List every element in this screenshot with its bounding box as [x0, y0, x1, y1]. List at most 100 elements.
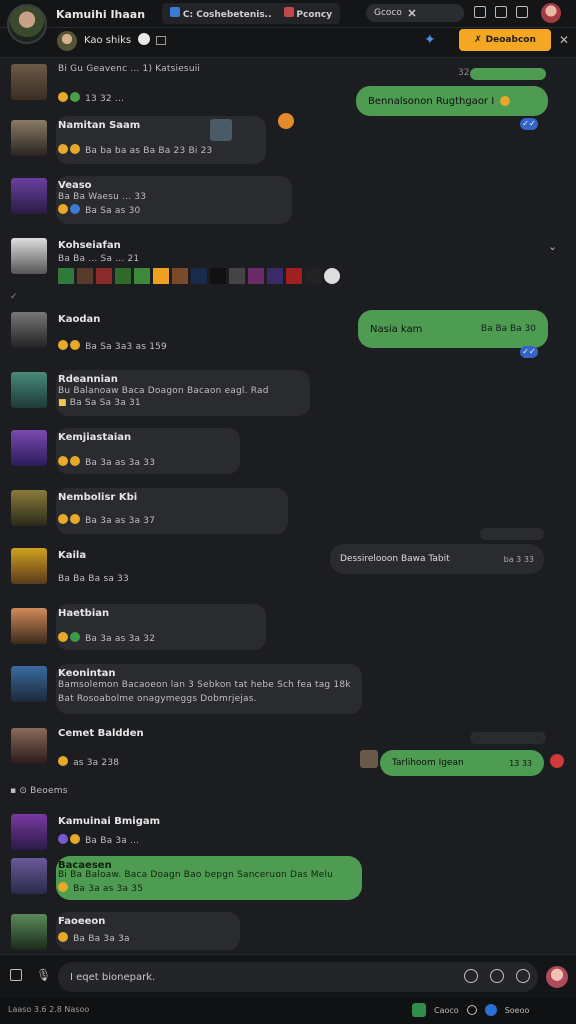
sender-name: Faoeeon	[58, 916, 106, 927]
emoji-icon	[278, 113, 294, 129]
sticker-icon[interactable]	[229, 268, 245, 284]
message-subtitle: Bu Balanoaw Baca Doagon Bacaon eagl. Rad	[58, 386, 269, 396]
sender-name: Veaso	[58, 180, 92, 191]
sticker-icon[interactable]	[153, 268, 169, 284]
close-icon[interactable]	[408, 9, 416, 17]
message-bubble-outgoing[interactable]: Dessirelooon Bawa Tabit ba 3 33	[330, 544, 544, 574]
chat-avatar[interactable]	[57, 31, 77, 51]
message-subtitle: Ba Ba Ba sa 33	[58, 574, 129, 584]
avatar[interactable]	[11, 666, 47, 702]
reaction-icon[interactable]	[550, 754, 564, 768]
message-bubble-outgoing[interactable]: Bennalsonon Rugthgaor I	[356, 86, 548, 116]
avatar[interactable]	[11, 238, 47, 274]
avatar[interactable]	[11, 548, 47, 584]
sticker-icon[interactable]	[58, 268, 74, 284]
message-meta: ■ Ba Sa Sa 3a 31	[58, 398, 141, 408]
status-right: Caoco Soeoo	[412, 1003, 529, 1017]
avatar[interactable]	[11, 814, 47, 850]
time-label: Ba Ba Ba 30	[480, 324, 536, 334]
message-meta: Ba Sa 3a3 as 159	[58, 340, 167, 352]
avatar[interactable]	[11, 914, 47, 950]
maximize-icon[interactable]	[516, 6, 528, 18]
avatar[interactable]	[11, 858, 47, 894]
separator-icon: ✓	[10, 292, 18, 302]
sticker-row	[58, 268, 340, 284]
sticker-icon[interactable]	[96, 268, 112, 284]
avatar[interactable]	[11, 312, 47, 348]
composer-tools: 🎙	[10, 968, 51, 982]
message-text: Bennalsonon Rugthgaor I	[368, 95, 495, 107]
primary-action-label: Deoabcon	[485, 35, 536, 45]
sticker-icon[interactable]	[248, 268, 264, 284]
emoji-icon[interactable]	[464, 969, 478, 983]
thumbnail[interactable]	[210, 119, 232, 141]
window-icon	[283, 7, 294, 17]
sender-name: Haetbian	[58, 608, 110, 619]
avatar[interactable]	[11, 430, 47, 466]
avatar[interactable]	[11, 64, 47, 100]
puzzle-icon[interactable]: ✦	[424, 32, 436, 48]
sticker-icon[interactable]	[286, 268, 302, 284]
grid-icon[interactable]	[156, 36, 166, 45]
message-meta: as 3a 238	[58, 756, 119, 768]
message-subtitle: Ba Ba Waesu ... 33	[58, 192, 147, 202]
app-title: Kamuihi Ihaan	[56, 8, 146, 21]
chat-header: Kao shiks ✦ ✗ Deoabcon ✕	[0, 28, 576, 58]
sticker-icon[interactable]	[115, 268, 131, 284]
time-label: ba 3 33	[503, 554, 534, 564]
restore-icon[interactable]	[495, 6, 507, 18]
message-bubble-outgoing[interactable]: Tarlihoom Igean 13 33	[380, 750, 544, 776]
sticker-icon[interactable]	[191, 268, 207, 284]
sticker-icon[interactable]	[305, 268, 321, 284]
avatar[interactable]	[11, 490, 47, 526]
tab-window[interactable]: Pconcy	[283, 7, 332, 20]
sticker-icon[interactable]	[77, 268, 93, 284]
avatar[interactable]	[11, 728, 47, 764]
message-text: Nasia kam	[370, 323, 423, 335]
read-receipt-icon: ✓✓	[520, 118, 538, 130]
reply-pill	[470, 68, 546, 80]
attach-icon[interactable]	[10, 969, 22, 981]
message-bubble-outgoing[interactable]: Nasia kam Ba Ba Ba 30	[358, 310, 548, 348]
close-icon[interactable]: ✕	[559, 33, 569, 47]
chevron-down-icon[interactable]: ⌄	[548, 240, 557, 253]
settings-icon[interactable]	[516, 969, 530, 983]
search-input[interactable]: Gcoco	[366, 4, 464, 22]
sticker-icon[interactable]	[134, 268, 150, 284]
status-icon	[138, 33, 150, 45]
avatar[interactable]	[11, 608, 47, 644]
message-meta: Ba Ba 3a 3a	[58, 932, 130, 944]
status-label-1: Caoco	[434, 1005, 459, 1015]
notification-icon[interactable]	[484, 1004, 497, 1016]
message-subtitle: Bamsolemon Bacaoeon lan 3 Sebkon tat heb…	[58, 680, 351, 690]
time-label: 13 33	[509, 758, 532, 768]
bolt-icon: ✗	[474, 35, 482, 45]
minimize-icon[interactable]	[474, 6, 486, 18]
time-label: 32	[458, 68, 470, 78]
message-text: Dessirelooon Bawa Tabit	[340, 554, 450, 564]
user-avatar[interactable]	[541, 3, 561, 23]
sticker-icon[interactable]	[210, 268, 226, 284]
reply-pill	[470, 732, 546, 744]
composer-avatar[interactable]	[546, 966, 568, 988]
sticker-icon[interactable]	[490, 969, 504, 983]
app-icon[interactable]	[412, 1003, 426, 1017]
profile-avatar[interactable]	[7, 4, 47, 44]
sticker-icon[interactable]	[172, 268, 188, 284]
window-controls	[474, 6, 528, 18]
tab-files[interactable]: C: Coshebetenis..	[170, 7, 272, 20]
message-subtitle-2: Bat Rosoabolme onagymeggs Dobmrjejas.	[58, 694, 257, 704]
chat-name: Kao shiks	[84, 35, 132, 46]
message-subtitle: Bi Gu Geavenc ... 1) Katsiesuii	[58, 64, 201, 74]
thumbnail[interactable]	[360, 750, 378, 768]
mic-icon[interactable]: 🎙	[36, 968, 51, 982]
sticker-icon[interactable]	[324, 268, 340, 284]
avatar[interactable]	[11, 178, 47, 214]
avatar[interactable]	[11, 120, 47, 156]
primary-action-button[interactable]: ✗ Deoabcon	[459, 29, 551, 51]
avatar[interactable]	[11, 372, 47, 408]
message-text: Tarlihoom Igean	[392, 758, 464, 768]
sender-name: Kaodan	[58, 314, 101, 325]
sticker-icon[interactable]	[267, 268, 283, 284]
sync-icon[interactable]	[466, 1005, 477, 1015]
